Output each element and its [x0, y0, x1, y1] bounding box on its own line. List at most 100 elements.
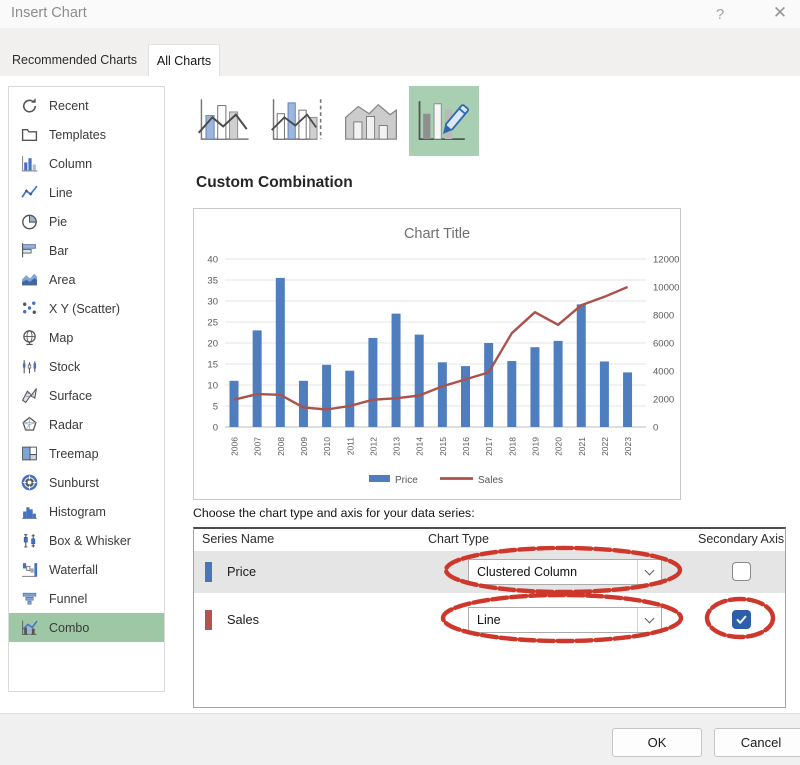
svg-text:8000: 8000 [653, 311, 674, 322]
sidebar-item-pie[interactable]: Pie [9, 207, 164, 236]
sidebar-item-templates[interactable]: Templates [9, 120, 164, 149]
sidebar-item-label: Area [49, 273, 75, 287]
tab-strip: Recommended Charts All Charts [0, 28, 800, 76]
sidebar-item-label: Combo [49, 621, 89, 635]
treemap-icon [21, 445, 38, 462]
svg-text:4000: 4000 [653, 367, 674, 378]
sidebar-item-label: Map [49, 331, 73, 345]
chart-preview: Chart Title05101520253035400200040006000… [193, 208, 681, 500]
sidebar-item-line[interactable]: Line [9, 178, 164, 207]
svg-text:0: 0 [213, 423, 218, 434]
chart-type-dropdown[interactable]: Line [468, 607, 662, 633]
series-row-sales[interactable]: SalesLine [194, 598, 785, 642]
chevron-down-icon[interactable] [637, 608, 661, 632]
svg-text:15: 15 [207, 360, 218, 371]
tab-all-charts[interactable]: All Charts [148, 44, 220, 76]
svg-text:2008: 2008 [276, 437, 286, 456]
bar-icon [21, 242, 38, 259]
sidebar-item-waterfall[interactable]: Waterfall [9, 555, 164, 584]
close-icon[interactable]: ✕ [764, 1, 796, 25]
sidebar-item-map[interactable]: Map [9, 323, 164, 352]
title-bar: Insert Chart ? ✕ [0, 0, 800, 28]
sidebar-item-label: Treemap [49, 447, 99, 461]
svg-text:2006: 2006 [230, 437, 240, 456]
sidebar-item-funnel[interactable]: Funnel [9, 584, 164, 613]
sidebar-item-label: Sunburst [49, 476, 99, 490]
chevron-down-icon[interactable] [637, 560, 661, 584]
templates-icon [21, 126, 38, 143]
waterfall-icon [21, 561, 38, 578]
sidebar-item-label: Line [49, 186, 73, 200]
svg-text:Price: Price [395, 475, 418, 486]
svg-text:2014: 2014 [415, 437, 425, 456]
stacked-area-clustered-column-icon [342, 96, 400, 146]
svg-text:Sales: Sales [478, 475, 503, 486]
funnel-icon [21, 590, 38, 607]
sidebar-item-histogram[interactable]: Histogram [9, 497, 164, 526]
chart-preview-svg: Chart Title05101520253035400200040006000… [194, 209, 680, 499]
cancel-button[interactable]: Cancel [714, 728, 800, 757]
subtype-clustered-column-line-secondary-axis-button[interactable] [263, 86, 333, 156]
sidebar-item-box-whisker[interactable]: Box & Whisker [9, 526, 164, 555]
series-color-swatch [205, 610, 212, 630]
help-icon[interactable]: ? [706, 3, 734, 25]
sidebar-item-x-y-scatter[interactable]: X Y (Scatter) [9, 294, 164, 323]
histogram-icon [21, 503, 38, 520]
radar-icon [21, 416, 38, 433]
header-series-name: Series Name [202, 532, 274, 546]
subtype-title: Custom Combination [196, 174, 353, 192]
svg-text:10: 10 [207, 381, 218, 392]
clustered-column-line-icon [196, 96, 254, 146]
sidebar-item-label: Recent [49, 99, 89, 113]
svg-text:25: 25 [207, 318, 218, 329]
scatter-icon [21, 300, 38, 317]
column-icon [21, 155, 38, 172]
series-color-swatch [205, 562, 212, 582]
svg-text:20: 20 [207, 339, 218, 350]
dialog-footer: OK Cancel [0, 713, 800, 765]
sidebar-item-column[interactable]: Column [9, 149, 164, 178]
chart-type-dropdown[interactable]: Clustered Column [468, 559, 662, 585]
svg-text:2018: 2018 [507, 437, 517, 456]
subtype-custom-combination-button[interactable] [409, 86, 479, 156]
map-icon [21, 329, 38, 346]
series-table: Series Name Chart Type Secondary Axis Pr… [193, 527, 786, 708]
svg-text:2017: 2017 [484, 437, 494, 456]
sidebar-item-area[interactable]: Area [9, 265, 164, 294]
pie-icon [21, 213, 38, 230]
header-chart-type: Chart Type [428, 532, 489, 546]
recent-icon [21, 97, 38, 114]
svg-text:40: 40 [207, 255, 218, 266]
sidebar-item-radar[interactable]: Radar [9, 410, 164, 439]
sidebar-item-label: Column [49, 157, 92, 171]
box-whisker-icon [21, 532, 38, 549]
sidebar-item-label: Templates [49, 128, 106, 142]
series-row-price[interactable]: PriceClustered Column [194, 551, 785, 593]
svg-text:2019: 2019 [530, 437, 540, 456]
sidebar-item-stock[interactable]: Stock [9, 352, 164, 381]
sidebar-item-label: Waterfall [49, 563, 98, 577]
tab-recommended-charts[interactable]: Recommended Charts [8, 44, 141, 76]
svg-text:2020: 2020 [554, 437, 564, 456]
svg-text:12000: 12000 [653, 255, 679, 266]
secondary-axis-checkbox[interactable] [732, 562, 751, 581]
ok-button[interactable]: OK [612, 728, 702, 757]
sidebar-item-treemap[interactable]: Treemap [9, 439, 164, 468]
chart-type-value: Clustered Column [477, 560, 577, 584]
insert-chart-dialog: Insert Chart ? ✕ Recommended Charts All … [0, 0, 800, 765]
svg-text:6000: 6000 [653, 339, 674, 350]
sidebar-item-label: Pie [49, 215, 67, 229]
sidebar-item-surface[interactable]: Surface [9, 381, 164, 410]
sidebar-item-recent[interactable]: Recent [9, 91, 164, 120]
sidebar-item-sunburst[interactable]: Sunburst [9, 468, 164, 497]
sidebar-item-bar[interactable]: Bar [9, 236, 164, 265]
svg-text:2010: 2010 [322, 437, 332, 456]
sidebar-item-combo[interactable]: Combo [9, 613, 164, 642]
secondary-axis-checkbox[interactable] [732, 610, 751, 629]
svg-text:35: 35 [207, 276, 218, 287]
chart-type-value: Line [477, 608, 501, 632]
svg-text:10000: 10000 [653, 283, 679, 294]
clustered-column-line-secondary-axis-icon [269, 96, 327, 146]
subtype-clustered-column-line-button[interactable] [190, 86, 260, 156]
subtype-stacked-area-clustered-column-button[interactable] [336, 86, 406, 156]
